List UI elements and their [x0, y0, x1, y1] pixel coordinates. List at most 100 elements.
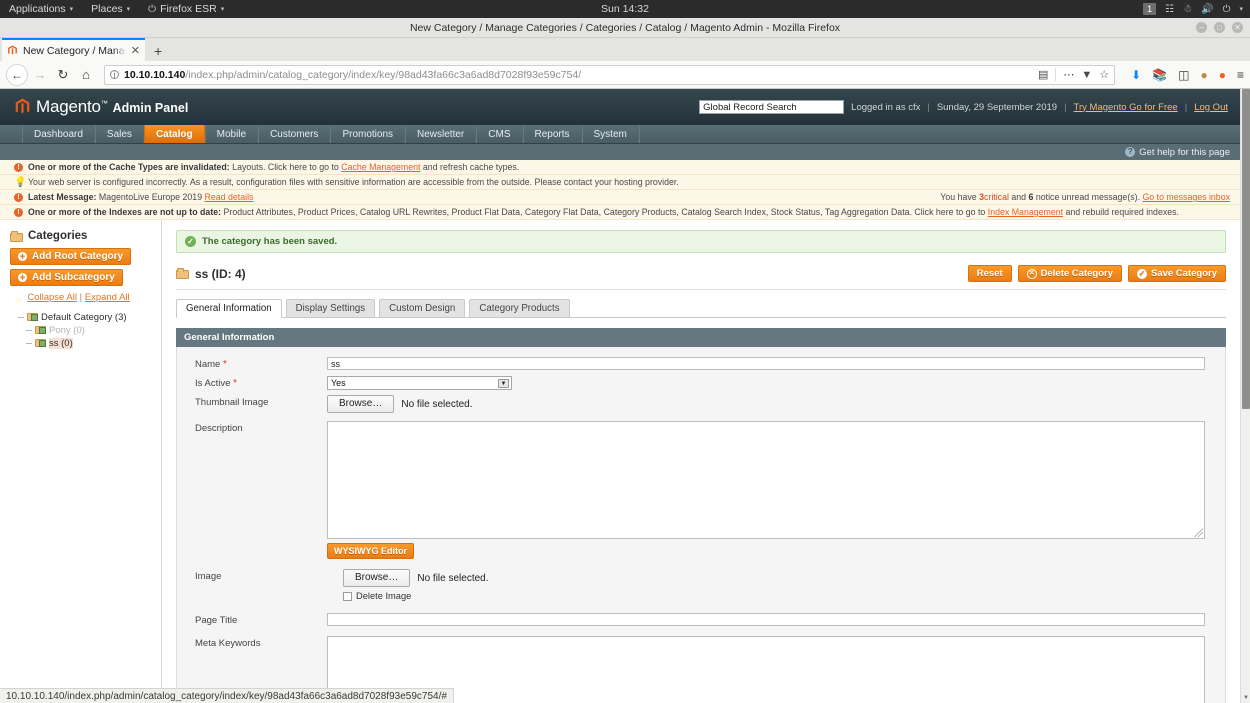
- browser-tab-active[interactable]: New Category / Manage C ✕: [2, 38, 145, 61]
- nav-item-sales[interactable]: Sales: [94, 125, 144, 143]
- global-search-input[interactable]: Global Record Search: [699, 100, 845, 114]
- reader-mode-icon[interactable]: ▤: [1038, 68, 1048, 81]
- logout-link[interactable]: Log Out: [1194, 102, 1228, 113]
- nav-item-dashboard[interactable]: Dashboard: [22, 125, 95, 143]
- cookie-icon[interactable]: ●: [1200, 68, 1207, 82]
- add-subcategory-button[interactable]: + Add Subcategory: [10, 269, 123, 286]
- hamburger-menu-icon[interactable]: ≡: [1237, 68, 1244, 82]
- tree-item-pony[interactable]: Pony (0): [18, 324, 161, 337]
- tree-line: [26, 330, 32, 331]
- forward-icon[interactable]: →: [29, 64, 51, 86]
- library-icon[interactable]: 📚: [1152, 68, 1167, 82]
- page-action-buttons: Reset ✕ Delete Category ✓ Save Category: [967, 265, 1226, 282]
- delete-image-row[interactable]: Delete Image: [327, 591, 1205, 601]
- scrollbar-thumb[interactable]: [1242, 89, 1250, 409]
- tree-line: [18, 317, 24, 318]
- read-details-link[interactable]: Read details: [205, 192, 254, 202]
- fieldset-title: General Information: [176, 328, 1226, 347]
- close-icon[interactable]: ✕: [131, 44, 140, 57]
- nav-item-mobile[interactable]: Mobile: [204, 125, 259, 143]
- page-title-input[interactable]: [327, 613, 1205, 626]
- tree-item-ss[interactable]: ss (0): [18, 337, 161, 350]
- tree-item-default-category[interactable]: Default Category (3): [18, 311, 161, 324]
- name-input[interactable]: ss: [327, 357, 1205, 370]
- nav-item-cms[interactable]: CMS: [476, 125, 523, 143]
- url-path: /index.php/admin/catalog_category/index/…: [185, 68, 582, 81]
- pocket-icon[interactable]: ▼: [1081, 69, 1092, 81]
- delete-image-checkbox[interactable]: [343, 591, 352, 601]
- desktop-top-panel: Applications ▾ Places ▾ ⏻ Firefox ESR ▾ …: [0, 0, 1250, 18]
- minimize-button[interactable]: –: [1196, 22, 1207, 33]
- image-browse-button[interactable]: Browse…: [343, 569, 411, 587]
- chevron-down-icon[interactable]: ▾: [1239, 6, 1243, 13]
- accessibility-icon[interactable]: ☃: [1183, 4, 1192, 15]
- expand-all-link[interactable]: Expand All: [85, 292, 130, 303]
- required-marker: *: [222, 359, 227, 370]
- back-icon[interactable]: ←: [6, 63, 28, 86]
- form-row-page-title: Page Title: [177, 611, 1225, 630]
- go-to-messages-inbox-link[interactable]: Go to messages inbox: [1142, 192, 1230, 202]
- wysiwyg-editor-button[interactable]: WYSIWYG Editor: [327, 543, 414, 559]
- downloads-icon[interactable]: ⬇: [1131, 68, 1141, 82]
- scroll-down-icon[interactable]: ▼: [1241, 693, 1250, 703]
- get-help-link[interactable]: Get help for this page: [1139, 147, 1230, 158]
- meta-keywords-textarea[interactable]: [327, 636, 1205, 703]
- reload-icon[interactable]: ↻: [52, 64, 74, 86]
- image-file-input[interactable]: Browse… No file selected.: [327, 569, 1205, 587]
- check-circle-icon: ✓: [185, 236, 196, 247]
- admin-body: Categories + Add Root Category + Add Sub…: [0, 220, 1240, 703]
- maximize-button[interactable]: □: [1214, 22, 1225, 33]
- firefox-esr-menu[interactable]: ⏻ Firefox ESR ▾: [139, 0, 233, 18]
- tab-general-information[interactable]: General Information: [176, 299, 282, 318]
- chevron-down-icon[interactable]: ▼: [498, 379, 509, 388]
- nav-item-newsletter[interactable]: Newsletter: [405, 125, 477, 143]
- chevron-down-icon: ▾: [126, 5, 131, 13]
- volume-icon[interactable]: 🔊: [1201, 4, 1213, 15]
- notice-indexes-out-of-date: ! One or more of the Indexes are not up …: [0, 205, 1240, 220]
- home-icon[interactable]: ⌂: [75, 64, 97, 86]
- page-actions-icon[interactable]: ⋯: [1063, 68, 1074, 81]
- power-icon[interactable]: ⏻: [1223, 4, 1231, 15]
- sidebar-icon[interactable]: ◫: [1178, 68, 1189, 82]
- nav-item-reports[interactable]: Reports: [522, 125, 582, 143]
- nav-item-customers[interactable]: Customers: [258, 125, 331, 143]
- magento-logo[interactable]: Magento™ Admin Panel: [14, 97, 188, 117]
- category-tree: Default Category (3) Pony (0) ss (0): [10, 311, 161, 350]
- description-textarea[interactable]: [327, 421, 1205, 539]
- nav-item-promotions[interactable]: Promotions: [330, 125, 406, 143]
- new-tab-button[interactable]: +: [145, 43, 171, 61]
- bookmark-star-icon[interactable]: ☆: [1099, 68, 1109, 81]
- reset-button[interactable]: Reset: [967, 265, 1012, 282]
- tab-display-settings[interactable]: Display Settings: [285, 299, 376, 317]
- tab-category-products[interactable]: Category Products: [469, 299, 570, 317]
- browser-tabstrip: New Category / Manage C ✕ +: [0, 38, 1250, 61]
- nav-item-system[interactable]: System: [581, 125, 639, 143]
- nav-item-catalog[interactable]: Catalog: [143, 125, 205, 143]
- browser-tab-title: New Category / Manage C: [23, 44, 126, 57]
- page-scrollbar[interactable]: ▲ ▼: [1240, 89, 1250, 703]
- tab-custom-design[interactable]: Custom Design: [379, 299, 466, 317]
- workspace-indicator[interactable]: 1: [1143, 3, 1157, 15]
- index-management-link[interactable]: Index Management: [988, 207, 1063, 217]
- applications-menu[interactable]: Applications ▾: [0, 0, 82, 18]
- delete-category-button[interactable]: ✕ Delete Category: [1017, 265, 1122, 282]
- folder-icon: [10, 230, 23, 242]
- noscript-icon[interactable]: ●: [1219, 68, 1226, 82]
- close-button[interactable]: ✕: [1232, 22, 1243, 33]
- add-root-category-button[interactable]: + Add Root Category: [10, 248, 132, 265]
- thumbnail-browse-button[interactable]: Browse…: [327, 395, 395, 413]
- cache-management-link[interactable]: Cache Management: [341, 162, 420, 172]
- applications-menu-label: Applications: [9, 3, 66, 15]
- form-row-is-active: Is Active * Yes ▼: [177, 374, 1225, 393]
- places-menu[interactable]: Places ▾: [82, 0, 139, 18]
- site-info-icon[interactable]: i: [110, 70, 119, 80]
- save-icon: ✓: [1136, 268, 1147, 279]
- category-edit-main: ✓ The category has been saved. ss (ID: 4…: [162, 220, 1240, 703]
- network-manager-icon[interactable]: ☷: [1165, 4, 1174, 15]
- thumbnail-file-input[interactable]: Browse… No file selected.: [327, 395, 1205, 413]
- is-active-select[interactable]: Yes ▼: [327, 376, 512, 390]
- try-magento-go-link[interactable]: Try Magento Go for Free: [1074, 102, 1178, 113]
- url-bar[interactable]: i 10.10.10.140/index.php/admin/catalog_c…: [104, 64, 1116, 85]
- collapse-all-link[interactable]: Collapse All: [27, 292, 77, 303]
- save-category-button[interactable]: ✓ Save Category: [1127, 265, 1226, 282]
